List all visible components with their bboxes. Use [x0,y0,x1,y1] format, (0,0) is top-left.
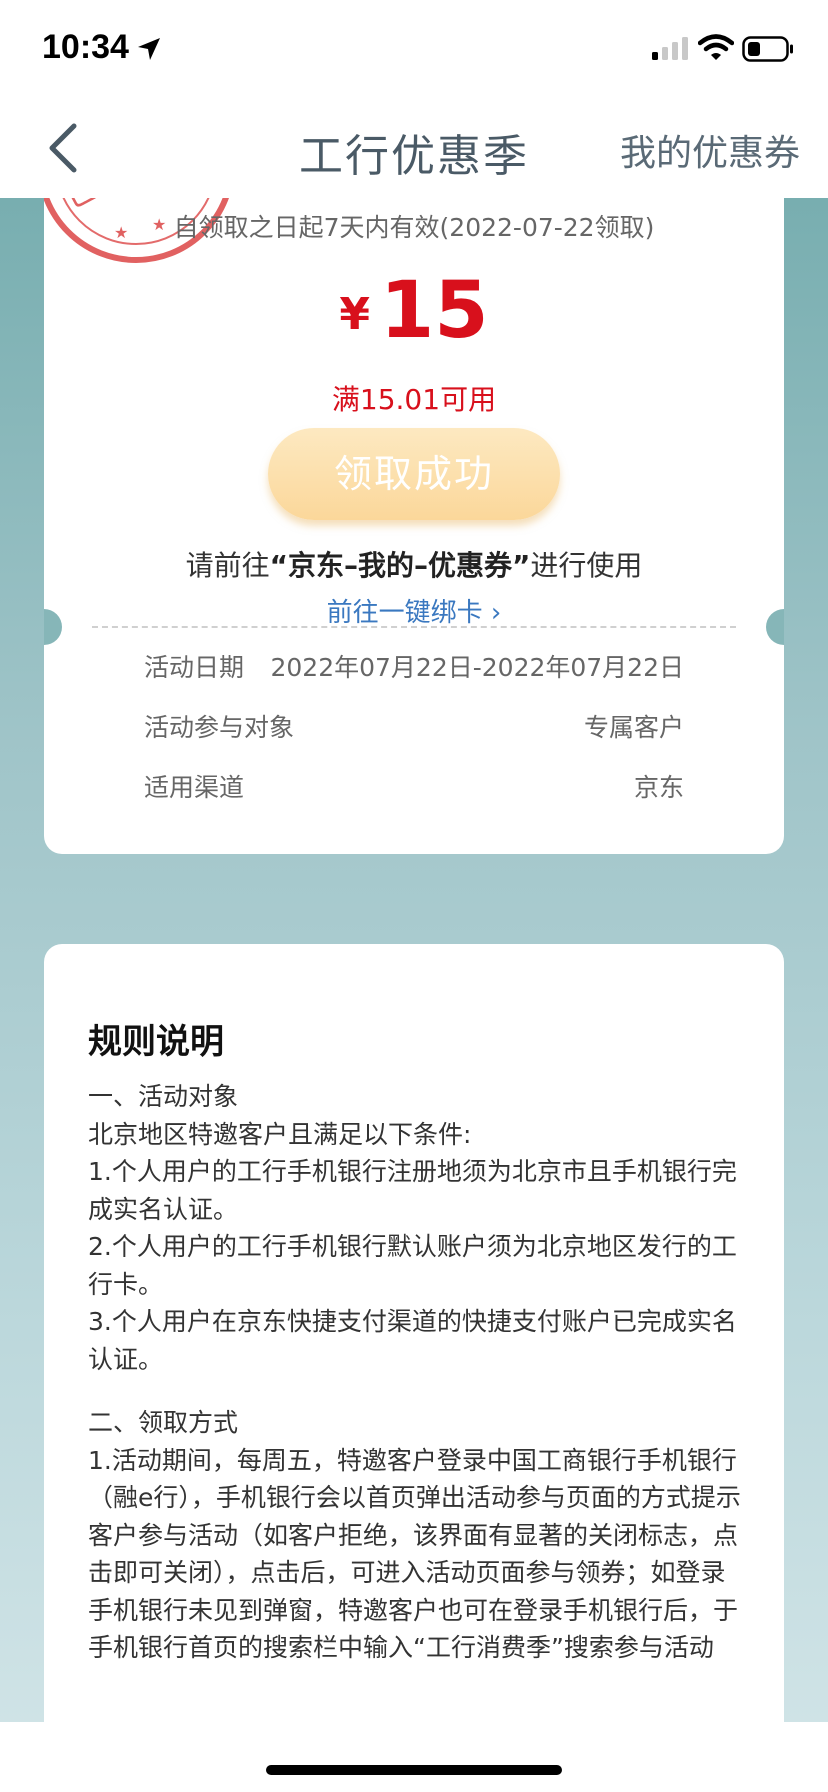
home-indicator[interactable] [266,1765,562,1775]
location-arrow-icon [138,38,160,60]
bind-card-link[interactable]: 前往一键绑卡 › [44,592,784,629]
rules-section-heading: 二、领取方式 [88,1408,239,1437]
navigation-bar: 工行优惠季 我的优惠券 [0,100,828,198]
rules-paragraph: 1.活动期间，每周五，特邀客户登录中国工商银行手机银行（融e行），手机银行会以首… [88,1445,741,1663]
coupon-amount: 15 [380,266,489,356]
info-row-date: 活动日期 2022年07月22日-2022年07月22日 [144,648,684,684]
rules-title: 规则说明 [88,1022,224,1062]
coupon-card: 已 ★ ★ 自领取之日起7天内有效(2022-07-22领取) ¥15 满15.… [44,198,784,854]
my-coupons-link[interactable]: 我的优惠券 [620,124,800,176]
cellular-signal-icon [652,37,688,60]
rules-paragraph: 北京地区特邀客户且满足以下条件: [88,1119,472,1149]
instruction-prefix: 请前往 [185,549,270,582]
rules-card: 规则说明 一、活动对象 北京地区特邀客户且满足以下条件: 1.个人用户的工行手机… [44,944,784,1722]
coupon-value: ¥15 [44,266,784,356]
info-label: 活动日期 [144,653,245,682]
claim-success-button[interactable]: 领取成功 [268,428,560,520]
instruction-path: “京东–我的–优惠券” [269,549,531,582]
rules-paragraph: 3.个人用户在京东快捷支付渠道的快捷支付账户已完成实名认证。 [88,1307,737,1374]
rules-body: 一、活动对象 北京地区特邀客户且满足以下条件: 1.个人用户的工行手机银行注册地… [88,1078,748,1667]
info-value: 京东 [633,773,684,802]
dashed-divider [92,626,736,628]
coupon-validity: 自领取之日起7天内有效(2022-07-22领取) [173,213,655,242]
usage-instruction: 请前往“京东–我的–优惠券”进行使用 [44,544,784,584]
status-bar: 10:34 [0,0,828,100]
instruction-suffix: 进行使用 [530,549,643,582]
status-time: 10:34 [42,28,129,66]
rules-section-heading: 一、活动对象 [88,1082,239,1111]
coupon-condition: 满15.01可用 [331,383,497,416]
rules-paragraph: 2.个人用户的工行手机银行默认账户须为北京地区发行的工行卡。 [88,1232,737,1299]
info-row-channel: 适用渠道 京东 [144,768,684,804]
info-row-audience: 活动参与对象 专属客户 [144,708,684,744]
currency-symbol: ¥ [339,289,371,340]
info-value: 专属客户 [583,713,684,742]
wifi-icon [698,34,734,60]
page-content[interactable]: 已 ★ ★ 自领取之日起7天内有效(2022-07-22领取) ¥15 满15.… [0,198,828,1722]
info-value: 2022年07月22日-2022年07月22日 [270,653,684,682]
home-indicator-area [0,1722,828,1792]
info-label: 活动参与对象 [144,713,295,742]
battery-icon [742,36,793,62]
rules-paragraph: 1.个人用户的工行手机银行注册地须为北京市且手机银行完成实名认证。 [88,1157,737,1224]
info-label: 适用渠道 [144,773,245,802]
